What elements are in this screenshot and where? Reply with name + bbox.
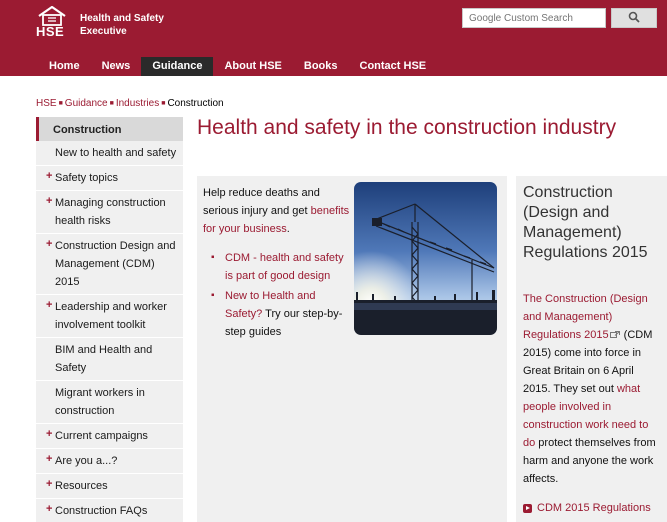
cdm-panel-body: The Construction (Design and Management)… xyxy=(523,290,663,488)
sidebar-item-migrant-workers[interactable]: Migrant workers in construction xyxy=(36,381,183,424)
hse-logo-text[interactable]: HSE xyxy=(36,24,64,39)
sidebar-item-are-you-a[interactable]: + Are you a...? xyxy=(36,449,183,474)
search-button[interactable] xyxy=(611,8,657,28)
sidebar-item-label: Migrant workers in construction xyxy=(55,387,145,417)
plus-icon: + xyxy=(46,478,53,490)
nav-guidance[interactable]: Guidance xyxy=(141,57,214,76)
nav-books[interactable]: Books xyxy=(293,57,349,76)
nav-news[interactable]: News xyxy=(91,57,142,76)
sidebar-item-leadership-toolkit[interactable]: + Leadership and worker involvement toolk… xyxy=(36,295,183,338)
sidebar-item-label: Managing construction health risks xyxy=(55,197,166,227)
search-box[interactable] xyxy=(462,8,606,28)
plus-icon: + xyxy=(46,503,53,515)
org-name[interactable]: Health and Safety Executive xyxy=(80,12,190,38)
breadcrumb-separator-icon: ■ xyxy=(161,99,166,107)
intro-panel: Help reduce deaths and serious injury an… xyxy=(197,176,507,522)
nav-home[interactable]: Home xyxy=(38,57,91,76)
guidance-links-list: CDM - health and safety is part of good … xyxy=(211,249,351,343)
cdm-2015-regulations-link[interactable]: CDM 2015 Regulations xyxy=(523,502,651,514)
sidebar-item-cdm-2015[interactable]: + Construction Design and Management (CDM… xyxy=(36,234,183,295)
construction-crane-photo xyxy=(354,182,497,335)
sidebar-item-label: Construction FAQs xyxy=(55,505,148,517)
sidebar-item-label: BIM and Health and Safety xyxy=(55,344,153,374)
sidebar-item-construction-faqs[interactable]: + Construction FAQs xyxy=(36,499,183,522)
search-input[interactable] xyxy=(463,9,605,27)
external-link-icon xyxy=(609,326,620,344)
sidebar: Construction New to health and safety + S… xyxy=(36,117,183,522)
breadcrumb-guidance[interactable]: Guidance xyxy=(65,98,108,109)
list-item: CDM - health and safety is part of good … xyxy=(211,249,351,285)
cdm-2015-regulations-link-label: CDM 2015 Regulations xyxy=(537,502,651,514)
sidebar-item-current-campaigns[interactable]: + Current campaigns xyxy=(36,424,183,449)
sidebar-item-label: Current campaigns xyxy=(55,430,148,442)
plus-icon: + xyxy=(46,453,53,465)
sidebar-item-safety-topics[interactable]: + Safety topics xyxy=(36,166,183,191)
breadcrumb-separator-icon: ■ xyxy=(109,99,114,107)
cdm-regulations-panel: Construction (Design and Management) Reg… xyxy=(516,176,667,522)
main-nav: Home News Guidance About HSE Books Conta… xyxy=(38,57,437,76)
list-item: New to Health and Safety? Try our step-b… xyxy=(211,287,351,341)
sidebar-item-label: Leadership and worker involvement toolki… xyxy=(55,301,167,331)
magnifier-icon xyxy=(628,11,640,26)
site-header: HSE Health and Safety Executive Home New… xyxy=(0,0,667,76)
plus-icon: + xyxy=(46,299,53,311)
sidebar-item-label: Are you a...? xyxy=(55,455,118,467)
nav-about-hse[interactable]: About HSE xyxy=(213,57,292,76)
cdm-panel-title: Construction (Design and Management) Reg… xyxy=(523,184,648,261)
plus-icon: + xyxy=(46,195,53,207)
plus-icon: + xyxy=(46,428,53,440)
sidebar-item-managing-health-risks[interactable]: + Managing construction health risks xyxy=(36,191,183,234)
plus-icon: + xyxy=(46,238,53,250)
sidebar-title[interactable]: Construction xyxy=(36,117,183,141)
breadcrumb-separator-icon: ■ xyxy=(58,99,63,107)
sidebar-item-resources[interactable]: + Resources xyxy=(36,474,183,499)
intro-text: Help reduce deaths and serious injury an… xyxy=(203,184,351,238)
breadcrumb: HSE ■ Guidance ■ Industries ■ Construction xyxy=(36,98,224,109)
sidebar-item-bim[interactable]: BIM and Health and Safety xyxy=(36,338,183,381)
breadcrumb-industries[interactable]: Industries xyxy=(116,98,159,109)
sidebar-item-new-to-health-and-safety[interactable]: New to health and safety xyxy=(36,141,183,166)
sidebar-item-label: Resources xyxy=(55,480,108,492)
plus-icon: + xyxy=(46,170,53,182)
nav-contact-hse[interactable]: Contact HSE xyxy=(349,57,438,76)
cdm-good-design-link[interactable]: CDM - health and safety is part of good … xyxy=(225,252,344,282)
breadcrumb-hse[interactable]: HSE xyxy=(36,98,57,109)
breadcrumb-current: Construction xyxy=(167,98,224,109)
cdm-panel-text-2: protect themselves from harm and anyone … xyxy=(523,437,656,485)
intro-text-end: . xyxy=(286,223,290,235)
arrow-right-icon xyxy=(523,503,532,513)
page-title: Health and safety in the construction in… xyxy=(197,116,617,139)
sidebar-item-label: Safety topics xyxy=(55,172,118,184)
sidebar-item-label: Construction Design and Management (CDM)… xyxy=(55,240,176,288)
sidebar-item-label: New to health and safety xyxy=(55,147,177,159)
intro-text-body: Help reduce deaths and serious injury an… xyxy=(203,187,320,217)
